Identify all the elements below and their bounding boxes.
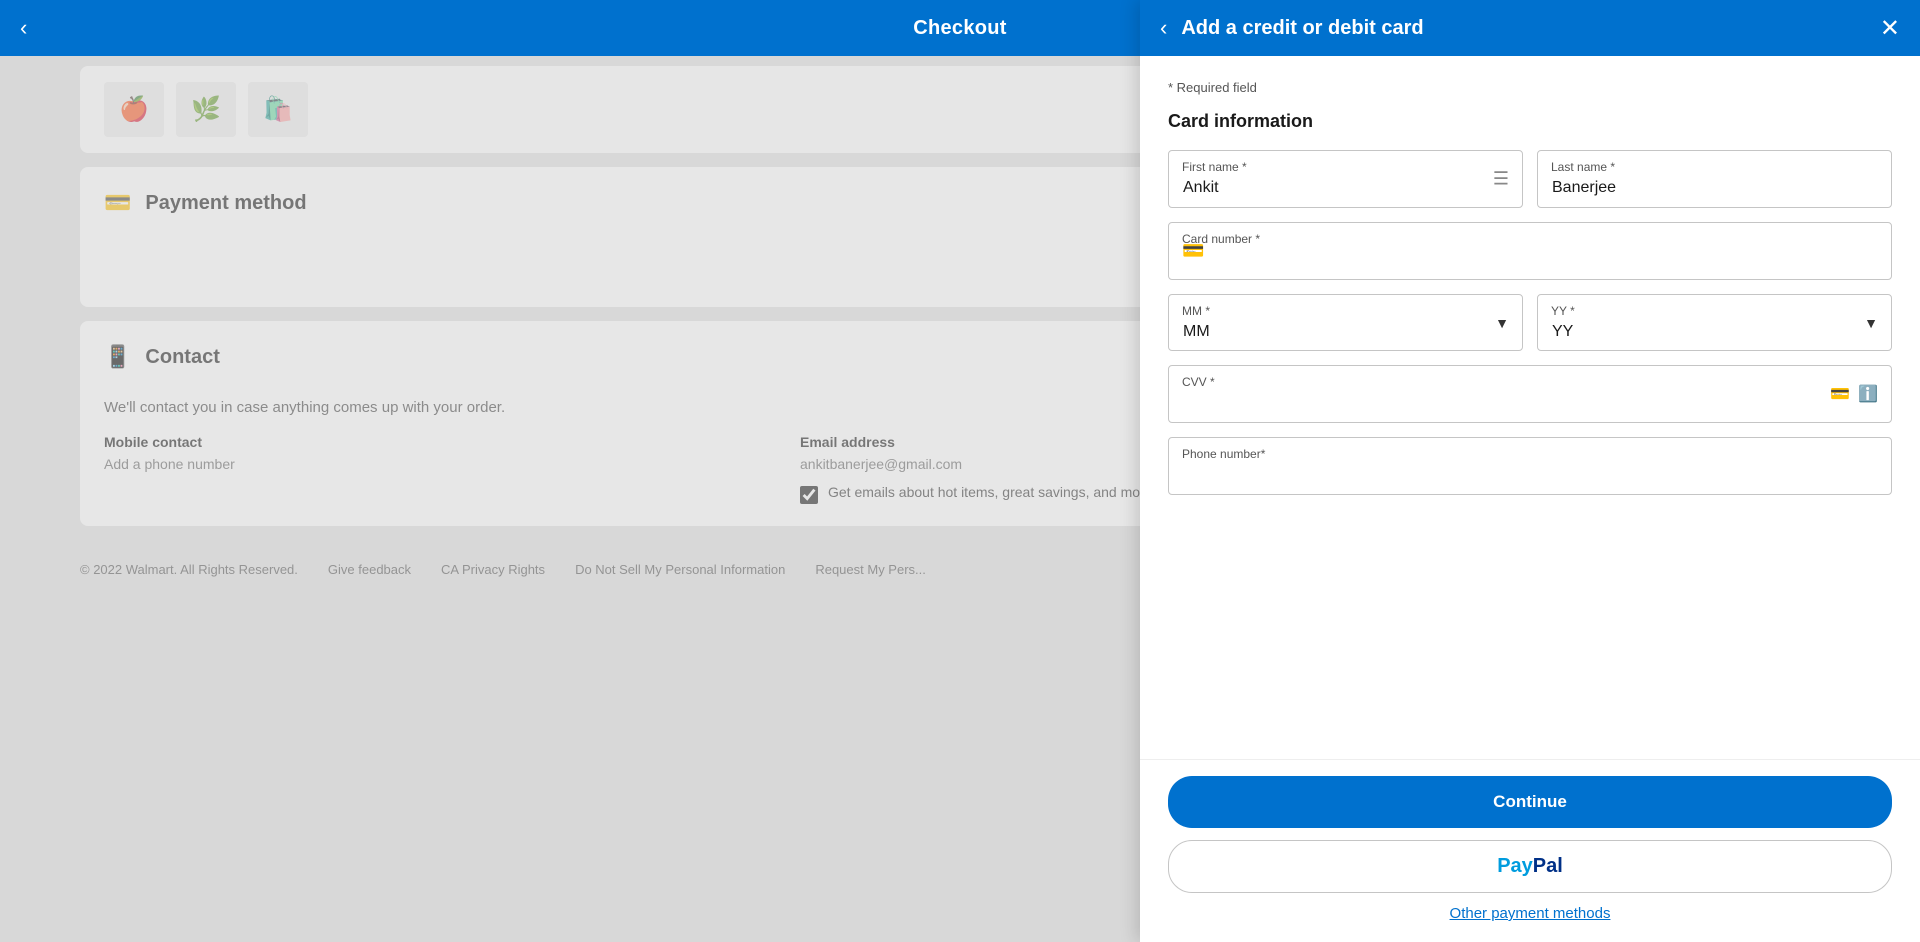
contact-title: Contact [145,346,219,369]
cvv-info-icon: ℹ️ [1858,384,1878,404]
card-info-title: Card information [1168,111,1892,132]
mm-select[interactable]: MM 01020304 05060708 09101112 [1168,294,1523,351]
footer-give-feedback[interactable]: Give feedback [328,562,411,577]
payment-title: Payment method [145,192,306,215]
add-card-panel: ‹ Add a credit or debit card ✕ * Require… [1140,0,1920,942]
cvv-card-icon: 💳 [1830,384,1850,404]
card-number-input[interactable] [1168,222,1892,280]
email-checkbox-label: Get emails about hot items, great saving… [828,484,1153,500]
mobile-contact-value: Add a phone number [104,456,780,472]
email-checkbox[interactable] [800,486,818,504]
card-number-icon: 💳 [1182,241,1204,262]
contact-icon: 📱 [104,344,131,370]
contact-description: We'll contact you in case anything comes… [104,399,505,416]
yy-field: YY * YY 2024202520262027 202820292030203… [1537,294,1892,351]
panel-back-button[interactable]: ‹ [1160,15,1167,41]
card-number-row: Card number * 💳 [1168,222,1892,280]
paypal-dark-text: Pal [1533,855,1563,877]
continue-card-button[interactable]: Continue [1168,776,1892,828]
last-name-field: Last name * [1537,150,1892,208]
paypal-blue-text: Pay [1497,855,1533,877]
page-title: Checkout [913,17,1007,40]
other-payment-button[interactable]: Other payment methods [1168,905,1892,922]
product-thumb-2: 🌿 [176,82,236,137]
header-back-button[interactable]: ‹ [20,15,27,41]
phone-input[interactable] [1168,437,1892,495]
footer-request[interactable]: Request My Pers... [815,562,926,577]
panel-actions: Continue PayPal Other payment methods [1140,759,1920,942]
product-thumb-3: 🛍️ [248,82,308,137]
product-thumb-1: 🍎 [104,82,164,137]
yy-select[interactable]: YY 2024202520262027 2028202920302031 [1537,294,1892,351]
phone-row: Phone number* [1168,437,1892,495]
last-name-input[interactable] [1537,150,1892,208]
contact-title-group: 📱 Contact [104,344,220,370]
mobile-contact-label: Mobile contact [104,434,780,450]
panel-body: * Required field Card information First … [1140,56,1920,759]
panel-title: Add a credit or debit card [1181,17,1866,40]
payment-icon: 💳 [104,190,131,216]
phone-field: Phone number* [1168,437,1892,495]
cvv-icons: 💳 ℹ️ [1830,384,1878,404]
cvv-row: CVV * 💳 ℹ️ [1168,365,1892,423]
cvv-input[interactable] [1168,365,1892,423]
cvv-field: CVV * 💳 ℹ️ [1168,365,1892,423]
card-number-field: Card number * 💳 [1168,222,1892,280]
paypal-button[interactable]: PayPal [1168,840,1892,893]
first-name-input[interactable] [1168,150,1523,208]
required-note: * Required field [1168,80,1892,95]
panel-close-button[interactable]: ✕ [1880,14,1900,43]
footer-copyright: © 2022 Walmart. All Rights Reserved. [80,562,298,577]
paypal-text: PayPal [1497,855,1563,878]
mm-field: MM * MM 01020304 05060708 09101112 ▼ [1168,294,1523,351]
name-row: First name * ☰ Last name * [1168,150,1892,208]
expiry-row: MM * MM 01020304 05060708 09101112 ▼ YY … [1168,294,1892,351]
footer-ca-privacy[interactable]: CA Privacy Rights [441,562,545,577]
panel-header: ‹ Add a credit or debit card ✕ [1140,0,1920,56]
payment-title-group: 💳 Payment method [104,190,307,216]
first-name-field: First name * ☰ [1168,150,1523,208]
footer-do-not-sell[interactable]: Do Not Sell My Personal Information [575,562,785,577]
mobile-contact-field: Mobile contact Add a phone number [104,434,780,504]
